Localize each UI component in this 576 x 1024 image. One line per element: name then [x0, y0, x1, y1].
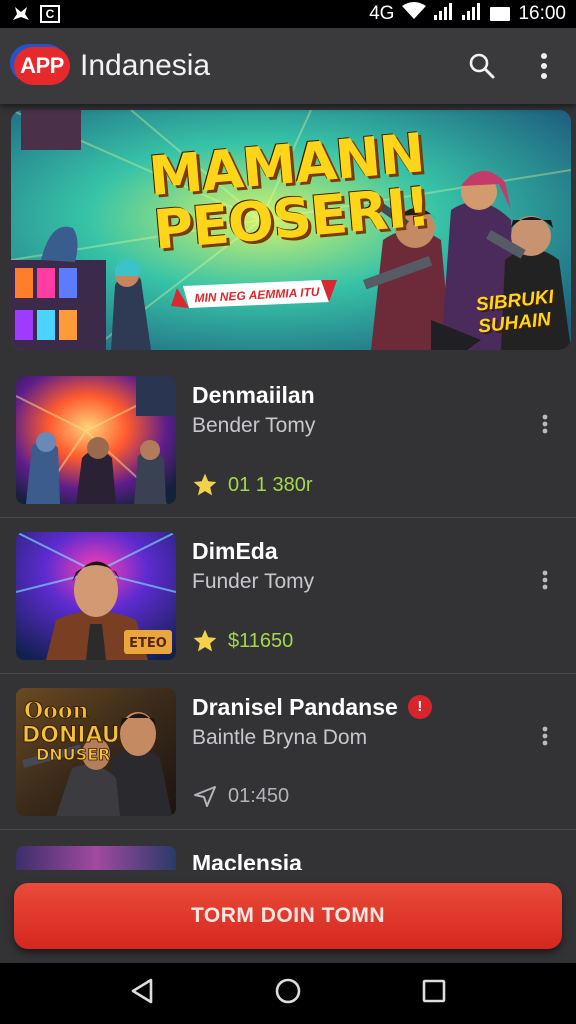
send-icon: [194, 786, 216, 807]
item-title: Denmaiilan: [192, 382, 315, 408]
item-price-value: $11650: [228, 629, 294, 652]
game-thumbnail: ETEO: [16, 532, 176, 660]
more-vert-icon: [541, 53, 547, 79]
game-list: Denmaiilan Bender Tomy 01 1 380r ETEO Di…: [0, 362, 576, 830]
item-menu-button[interactable]: [533, 410, 557, 438]
battery-icon: [490, 7, 511, 21]
search-button[interactable]: [466, 50, 498, 82]
item-subtitle: Baintle Bryna Dom: [192, 726, 368, 749]
home-icon: [275, 978, 301, 1004]
more-vert-icon: [542, 726, 548, 746]
signal-icon-2: [462, 2, 482, 26]
item-meta: $11650: [192, 628, 293, 654]
wifi-icon: [402, 2, 427, 26]
banner-side-text: SIBRUKI SUHAIN: [474, 286, 555, 338]
app-screen: C 4G 16:00 APP Indanesia MAMANN PEOSERI!…: [0, 0, 576, 1024]
alert-badge: !: [407, 694, 432, 719]
more-vert-icon: [542, 414, 548, 434]
search-icon: [469, 53, 495, 79]
star-icon: [193, 629, 217, 652]
star-icon: [193, 473, 217, 496]
item-menu-button[interactable]: [533, 566, 557, 594]
overflow-menu-button[interactable]: [528, 50, 560, 82]
back-icon: [132, 978, 153, 1004]
logo-text: APP: [20, 53, 64, 78]
network-type: 4G: [369, 3, 395, 24]
recents-button[interactable]: [421, 978, 447, 1009]
list-item[interactable]: Denmaiilan Bender Tomy 01 1 380r: [0, 362, 576, 518]
banner-title: MAMANN PEOSERI!: [146, 121, 432, 262]
app-title: Indanesia: [80, 49, 211, 82]
recents-icon: [422, 979, 445, 1003]
item-subtitle: Bender Tomy: [192, 414, 316, 437]
signal-icon: [434, 2, 454, 26]
clock: 16:00: [518, 3, 566, 24]
item-meta: 01:450: [192, 784, 289, 808]
item-subtitle: Funder Tomy: [192, 570, 315, 593]
item-title: DimEda: [192, 538, 278, 564]
game-thumbnail: [16, 376, 176, 504]
app-notification-icon: C: [40, 5, 60, 23]
item-time-value: 01:450: [228, 784, 290, 807]
status-bar: C 4G 16:00: [0, 0, 576, 28]
system-nav-bar: [0, 963, 576, 1024]
game-thumbnail: Ooon DONIAU DNUSER: [16, 688, 176, 816]
thumbnail-logo-text: DNUSER: [36, 745, 110, 764]
promo-banner[interactable]: MAMANN PEOSERI! MIN NEG AEMMIA ITU SIBRU…: [11, 110, 571, 350]
item-title: Dranisel Pandanse!: [192, 694, 432, 721]
thumbnail-logo-text: Ooon: [24, 698, 89, 724]
notification-icon: [10, 4, 32, 24]
item-meta: 01 1 380r: [192, 472, 313, 498]
item-rating-value: 01 1 380r: [228, 473, 313, 496]
primary-action-button[interactable]: TORM DOIN TOMN: [14, 883, 562, 949]
list-item[interactable]: ETEO DimEda Funder Tomy $11650: [0, 518, 576, 674]
item-menu-button[interactable]: [533, 722, 557, 750]
thumbnail-logo-text: ETEO: [129, 636, 167, 651]
back-button[interactable]: [129, 977, 155, 1010]
app-bar: APP Indanesia: [0, 28, 576, 104]
list-item[interactable]: Ooon DONIAU DNUSER Dranisel Pandanse! Ba…: [0, 674, 576, 830]
bottom-action-area: TORM DOIN TOMN: [0, 870, 576, 963]
more-vert-icon: [542, 570, 548, 590]
home-button[interactable]: [274, 977, 302, 1010]
app-logo: APP: [12, 43, 72, 89]
